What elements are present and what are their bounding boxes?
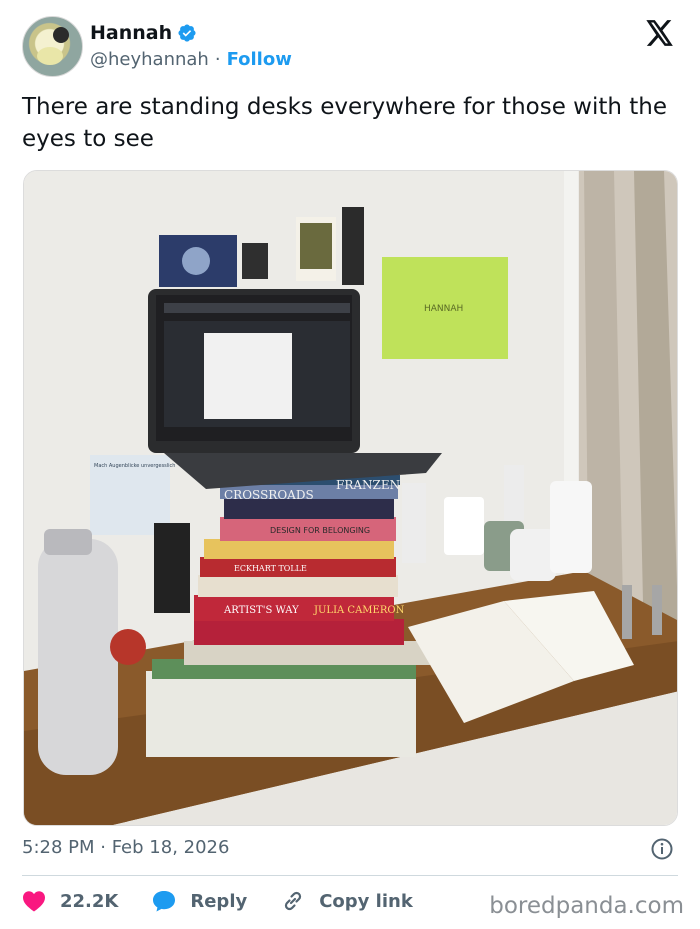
candle-holder	[622, 585, 632, 639]
paper-roll	[444, 497, 484, 555]
copy-link-label: Copy link	[319, 890, 413, 912]
book-title-0: CROSSROADS	[224, 488, 314, 502]
water-bottle	[38, 539, 118, 775]
can	[154, 523, 190, 613]
x-logo-icon[interactable]	[646, 20, 674, 46]
heart-icon	[23, 891, 45, 912]
likes-count: 22.2K	[60, 890, 119, 912]
reply-button[interactable]: Reply	[152, 890, 247, 912]
user-handle[interactable]: @heyhannah	[90, 49, 209, 70]
copy-link-button[interactable]: Copy link	[281, 889, 413, 913]
photo-illustration: HANNAH Mach Augenblicke unvergesslich AR…	[24, 171, 677, 825]
like-button[interactable]: 22.2K	[22, 890, 118, 912]
action-bar: 22.2K Reply Copy link	[22, 886, 447, 916]
divider	[22, 875, 678, 876]
book-title-5: JULIA CAMERON	[313, 605, 405, 616]
book-title-1: FRANZEN	[336, 478, 400, 492]
mug-white	[510, 529, 556, 581]
tweet-header: Hannah @heyhannah · Follow	[22, 16, 682, 80]
tweet-photo[interactable]: HANNAH Mach Augenblicke unvergesslich AR…	[23, 170, 678, 826]
separator-dot: ·	[214, 49, 221, 70]
info-icon[interactable]	[650, 837, 674, 861]
verified-badge-icon	[178, 24, 196, 42]
note-text: HANNAH	[424, 304, 463, 314]
spray-bottle	[550, 481, 592, 573]
display-name[interactable]: Hannah	[90, 22, 172, 44]
book-title-3: ECKHART TOLLE	[234, 564, 307, 573]
follow-button[interactable]: Follow	[227, 49, 292, 70]
boredpanda-watermark: boredpanda.com	[489, 893, 684, 919]
book-title-2: DESIGN FOR BELONGING	[270, 526, 370, 535]
avatar[interactable]	[22, 16, 83, 77]
link-icon	[285, 891, 302, 911]
apple	[110, 629, 146, 665]
reply-label: Reply	[190, 890, 248, 912]
avatar-shape-dark	[53, 27, 69, 43]
handle-row: @heyhannah · Follow	[90, 49, 292, 70]
reply-bubble-icon	[153, 891, 176, 912]
poster-text: Mach Augenblicke unvergesslich	[94, 463, 175, 469]
name-row: Hannah	[90, 22, 197, 44]
tweet-text: There are standing desks everywhere for …	[22, 94, 668, 152]
avatar-shape	[37, 47, 63, 65]
book-title-4: ARTIST'S WAY	[223, 605, 299, 616]
post-timestamp[interactable]: 5:28 PM · Feb 18, 2026	[22, 837, 229, 858]
